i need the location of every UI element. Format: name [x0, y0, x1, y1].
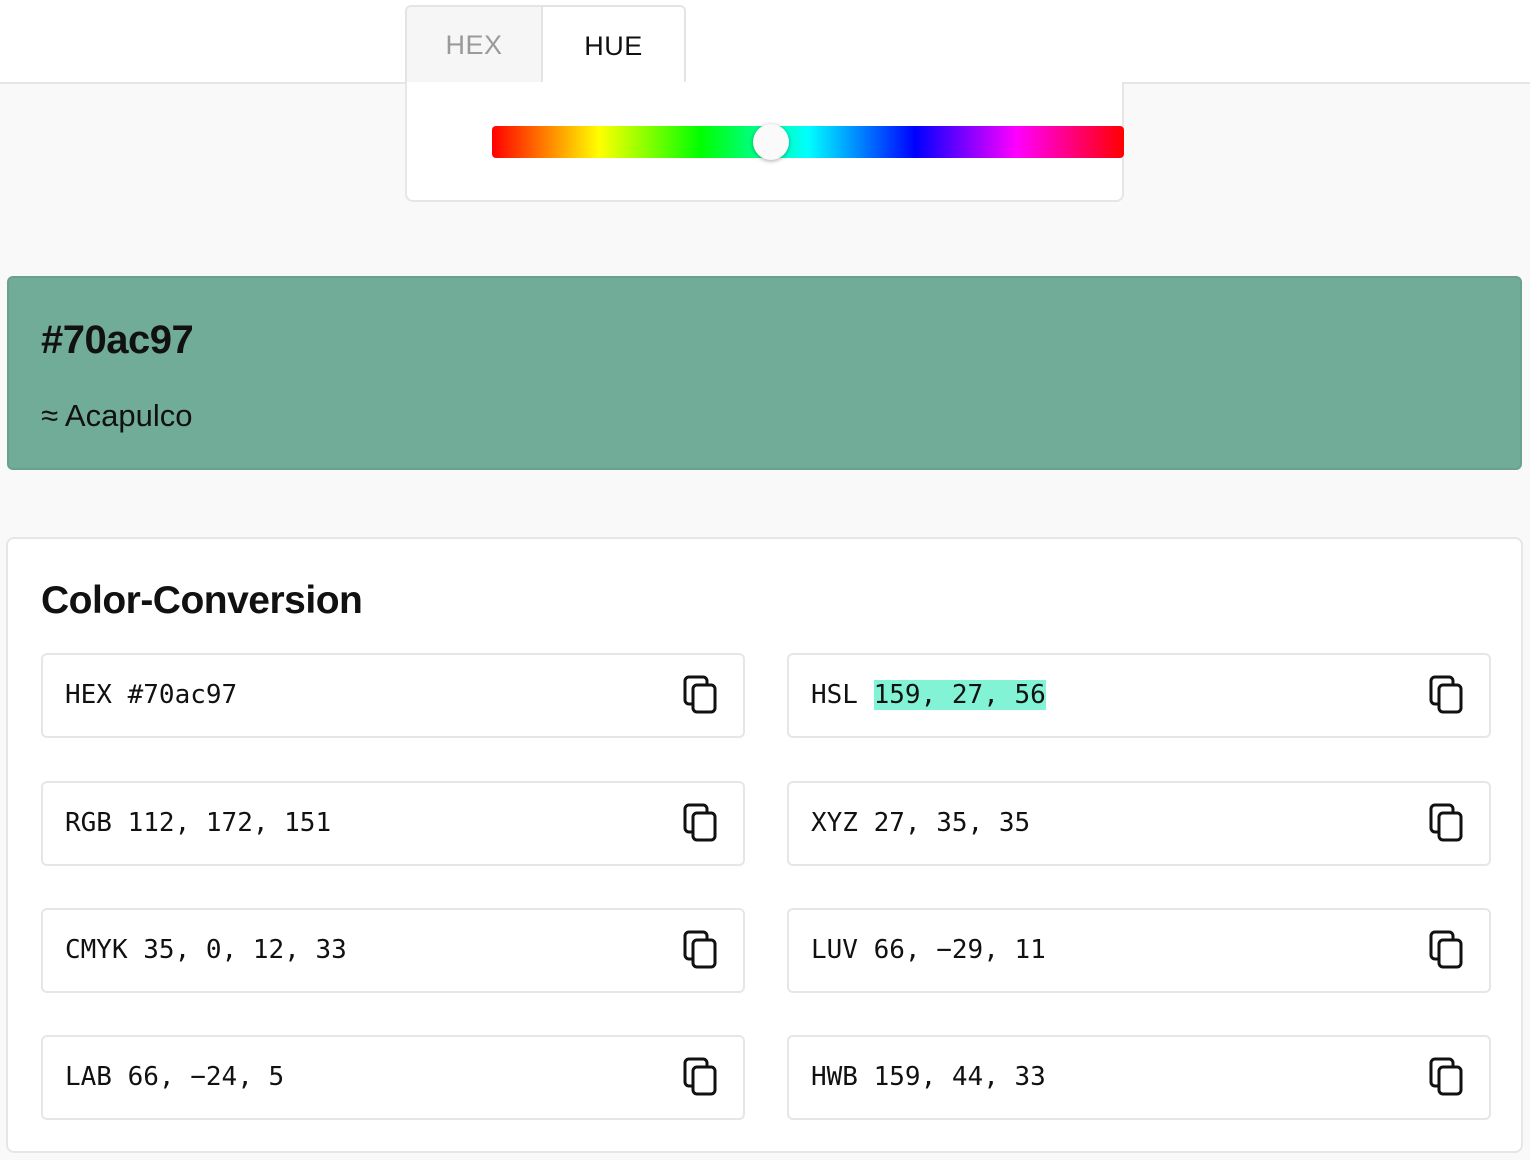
conversion-row-hwb[interactable]: HWB 159, 44, 33	[787, 1035, 1491, 1120]
conversion-value[interactable]: 66, −29, 11	[874, 935, 1046, 965]
copy-icon[interactable]	[1429, 675, 1465, 715]
top-bar: HEX HUE	[0, 0, 1530, 85]
hue-slider-panel	[405, 82, 1124, 202]
copy-icon[interactable]	[683, 675, 719, 715]
color-preview-swatch: #70ac97 ≈ Acapulco	[7, 276, 1522, 470]
tab-hue[interactable]: HUE	[543, 5, 686, 85]
conversion-label: CMYK	[65, 935, 128, 965]
section-title: Color-Conversion	[41, 579, 363, 622]
conversion-row-hsl[interactable]: HSL 159, 27, 56	[787, 653, 1491, 738]
conversion-value-highlighted[interactable]: 159, 27, 56	[873, 680, 1046, 710]
conversion-label: XYZ	[811, 808, 858, 838]
conversion-label: RGB	[65, 808, 112, 838]
tab-hex[interactable]: HEX	[405, 5, 543, 83]
conversion-value[interactable]: 35, 0, 12, 33	[143, 935, 347, 965]
conversion-value[interactable]: 112, 172, 151	[128, 808, 332, 838]
copy-icon[interactable]	[1429, 930, 1465, 970]
conversion-value[interactable]: 27, 35, 35	[874, 808, 1031, 838]
conversion-value[interactable]: 66, −24, 5	[128, 1062, 285, 1092]
conversion-label: HSL	[811, 680, 858, 710]
conversion-label: LAB	[65, 1062, 112, 1092]
color-conversion-card: Color-Conversion HEX #70ac97 HSL 159, 27…	[6, 537, 1523, 1153]
conversion-label: HEX	[65, 680, 112, 710]
conversion-value[interactable]: #70ac97	[128, 680, 238, 710]
copy-icon[interactable]	[683, 803, 719, 843]
conversion-row-xyz[interactable]: XYZ 27, 35, 35	[787, 781, 1491, 866]
conversion-label: HWB	[811, 1062, 858, 1092]
conversion-row-lab[interactable]: LAB 66, −24, 5	[41, 1035, 745, 1120]
color-name-label: ≈ Acapulco	[41, 398, 193, 433]
conversion-row-luv[interactable]: LUV 66, −29, 11	[787, 908, 1491, 993]
conversion-label: LUV	[811, 935, 858, 965]
conversion-row-hex[interactable]: HEX #70ac97	[41, 653, 745, 738]
conversion-value[interactable]: 159, 44, 33	[874, 1062, 1046, 1092]
hue-slider-track[interactable]	[492, 124, 1124, 160]
conversion-row-cmyk[interactable]: CMYK 35, 0, 12, 33	[41, 908, 745, 993]
color-hex-heading: #70ac97	[41, 318, 194, 362]
copy-icon[interactable]	[1429, 803, 1465, 843]
hue-slider-thumb[interactable]	[753, 124, 790, 160]
conversion-row-rgb[interactable]: RGB 112, 172, 151	[41, 781, 745, 866]
copy-icon[interactable]	[683, 1057, 719, 1097]
copy-icon[interactable]	[683, 930, 719, 970]
copy-icon[interactable]	[1429, 1057, 1465, 1097]
